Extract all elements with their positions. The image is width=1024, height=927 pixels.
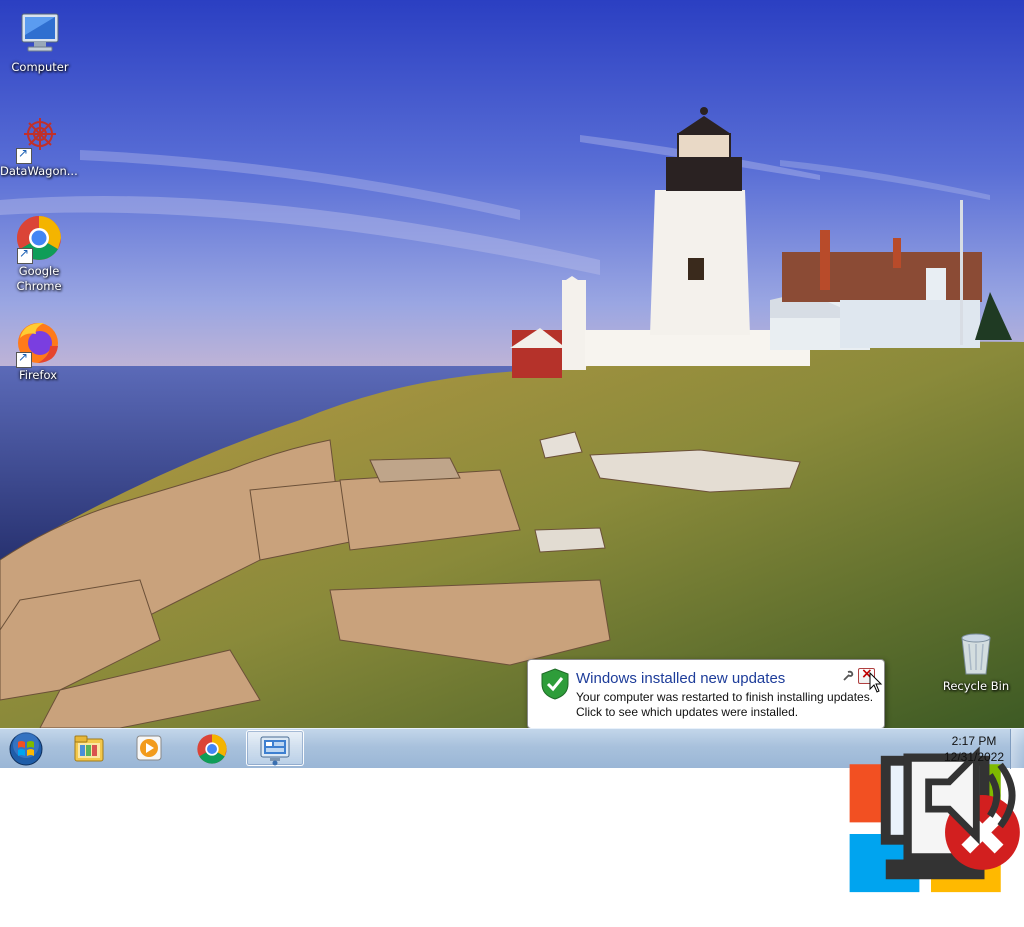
start-orb-icon [9, 732, 43, 766]
chrome-icon [15, 214, 63, 264]
desktop-icon-google-chrome[interactable]: Google Chrome [1, 214, 77, 294]
wrench-options-icon[interactable] [842, 670, 854, 682]
computer-icon [16, 10, 64, 58]
shortcut-arrow-icon [16, 350, 32, 368]
desktop-icon-label: DataWagon... [0, 164, 78, 178]
media-player-icon [136, 735, 162, 761]
taskbar: 2:17 PM 12/31/2022 [0, 728, 1024, 893]
desktop-icon-datawagon[interactable]: DataWagon... [0, 114, 78, 179]
desktop-wallpaper [0, 0, 1024, 728]
clock-date: 12/31/2022 [943, 750, 1005, 764]
taskbar-control-panel-button[interactable] [246, 730, 304, 766]
recycle-bin-label: Recycle Bin [942, 679, 1010, 693]
notification-line-1: Your computer was restarted to finish in… [576, 690, 874, 704]
notification-line-2: Click to see which updates were installe… [576, 705, 799, 719]
desktop-icon-computer[interactable]: Computer [2, 10, 78, 75]
desktop-icon-label: Computer [11, 60, 69, 74]
chrome-icon [197, 734, 227, 764]
taskbar-media-player-button[interactable] [122, 730, 176, 766]
desktop-icon-label-line1: Google [18, 264, 60, 278]
shortcut-arrow-icon [16, 146, 32, 164]
desktop-icon-firefox[interactable]: Firefox [0, 318, 76, 383]
control-panel-icon [260, 736, 290, 766]
firefox-icon [14, 318, 62, 368]
notification-title: Windows installed new updates [576, 670, 786, 687]
mouse-cursor-icon [869, 672, 883, 693]
start-button[interactable] [6, 731, 46, 767]
update-notification-balloon[interactable]: Windows installed new updates Your compu… [527, 659, 885, 742]
taskbar-clock[interactable]: 2:17 PM 12/31/2022 [941, 733, 1007, 765]
clock-time: 2:17 PM [951, 734, 997, 748]
recycle-bin-icon [961, 633, 991, 675]
taskbar-file-explorer-button[interactable] [62, 730, 116, 766]
security-shield-icon [541, 668, 569, 700]
notification-message: Your computer was restarted to finish in… [576, 690, 873, 720]
show-desktop-button[interactable] [1010, 729, 1024, 769]
taskbar-chrome-button[interactable] [185, 730, 239, 766]
desktop-icon-label-line2: Chrome [16, 279, 62, 293]
datawagon-icon [14, 114, 62, 164]
desktop-icon-label: Firefox [18, 368, 58, 382]
desktop-icon-recycle-bin[interactable]: Recycle Bin [938, 630, 1014, 693]
file-explorer-icon [74, 735, 104, 762]
shortcut-arrow-icon [17, 246, 33, 264]
